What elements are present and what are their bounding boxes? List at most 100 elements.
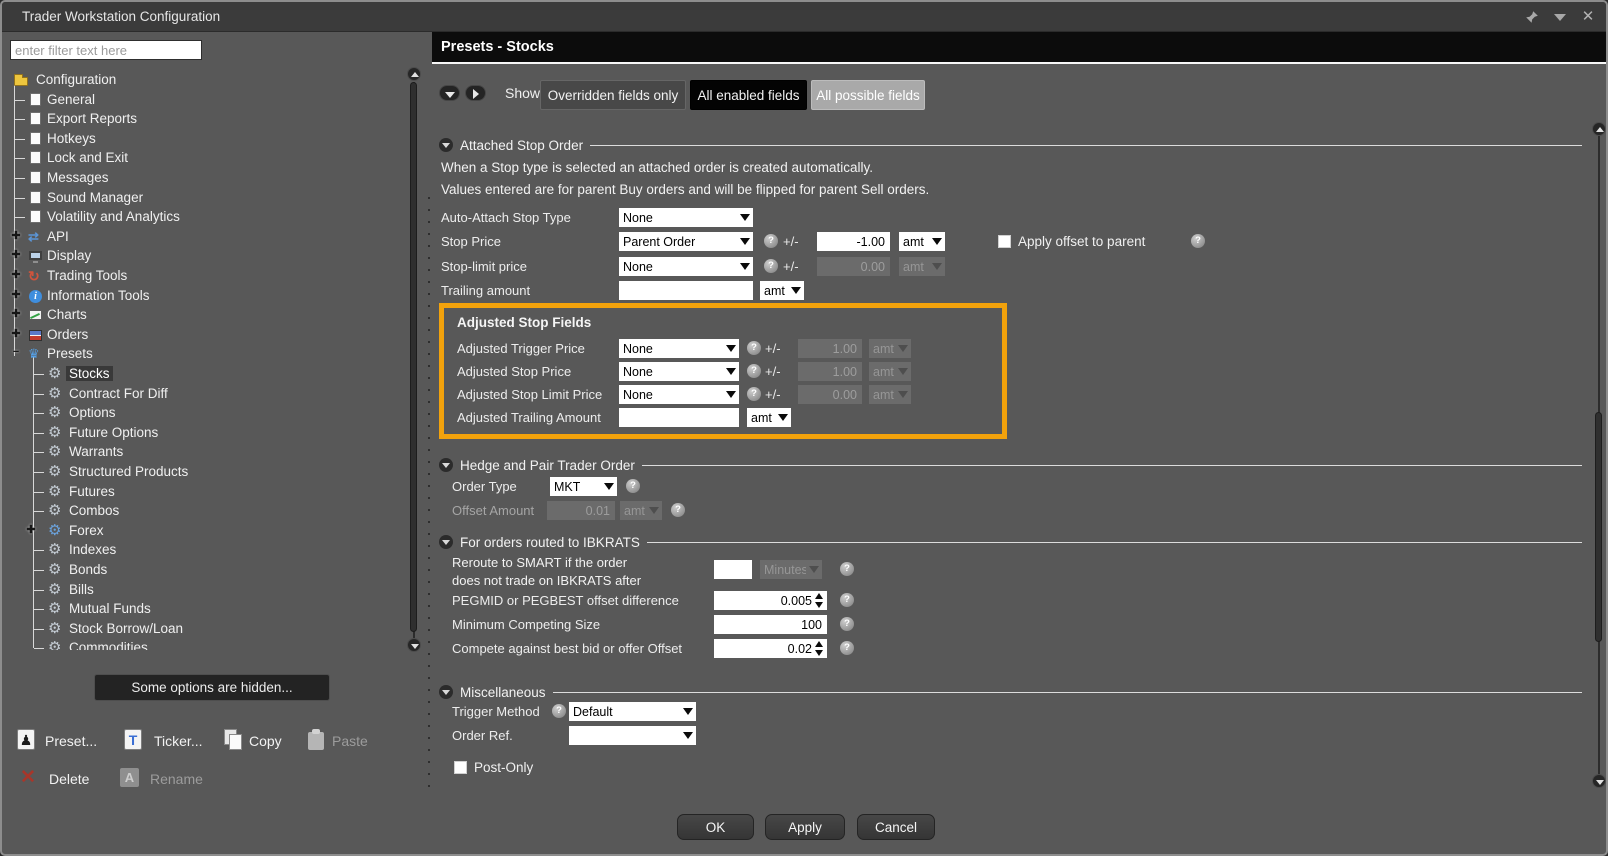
tree-item-structured-products[interactable]: ⚙Structured Products (10, 462, 402, 482)
delete-button[interactable]: ✕ Delete (20, 766, 110, 792)
expand-icon[interactable]: ✚ (10, 288, 22, 301)
tree-item-futures[interactable]: ⚙Futures (10, 482, 402, 502)
ok-button[interactable]: OK (677, 814, 754, 840)
tree-item-display[interactable]: ✚Display (10, 246, 402, 266)
tree-item-stocks[interactable]: ⚙Stocks (10, 364, 402, 384)
help-icon[interactable]: ? (747, 364, 761, 378)
help-icon[interactable]: ? (764, 234, 778, 248)
pegmid-offset-spinner[interactable]: 0.005 (714, 591, 827, 610)
tree-item-commodities[interactable]: ⚙Commodities (10, 638, 402, 650)
show-all-enabled-fields-button[interactable]: All enabled fields (690, 80, 807, 110)
tree-item-messages[interactable]: Messages (10, 168, 402, 188)
tree-item-mutual-funds[interactable]: ⚙Mutual Funds (10, 599, 402, 619)
trigger-method-select[interactable]: Default (569, 702, 696, 721)
adjusted-stop-limit-price-select[interactable]: None (619, 385, 739, 404)
tree-item-sound-manager[interactable]: Sound Manager (10, 188, 402, 208)
post-only-checkbox[interactable] (454, 761, 467, 774)
collapse-section-icon[interactable] (439, 458, 453, 472)
tree-item-trading-tools[interactable]: ✚↻Trading Tools (10, 266, 402, 286)
tree-item-general[interactable]: General (10, 90, 402, 110)
collapse-all-button[interactable] (439, 85, 460, 101)
help-icon[interactable]: ? (840, 617, 854, 631)
show-all-possible-fields-button[interactable]: All possible fields (811, 80, 925, 110)
tree-item-future-options[interactable]: ⚙Future Options (10, 423, 402, 443)
order-ref-select[interactable] (569, 726, 696, 745)
auto-attach-stop-type-select[interactable]: None (619, 208, 753, 227)
reroute-minutes-input[interactable] (714, 560, 752, 579)
cancel-button[interactable]: Cancel (857, 814, 935, 840)
tree-item-export-reports[interactable]: Export Reports (10, 109, 402, 129)
tree-item-api[interactable]: ✚⇄API (10, 227, 402, 247)
adjusted-stop-price-select[interactable]: None (619, 362, 739, 381)
stop-price-select[interactable]: Parent Order (619, 232, 753, 251)
copy-button[interactable]: Copy (224, 728, 304, 754)
close-icon[interactable]: ✕ (1580, 9, 1596, 25)
stop-price-unit-select[interactable]: amt (899, 232, 945, 251)
expand-icon[interactable]: ✚ (10, 327, 22, 340)
tree-item-configuration[interactable]: Configuration (10, 70, 402, 90)
tree-item-charts[interactable]: ✚Charts (10, 305, 402, 325)
tree-item-volatility-and-analytics[interactable]: Volatility and Analytics (10, 207, 402, 227)
tree-item-options[interactable]: ⚙Options (10, 403, 402, 423)
pin-icon[interactable] (1524, 9, 1540, 25)
expand-icon[interactable]: ✚ (10, 268, 22, 281)
expand-icon[interactable]: ✚ (10, 307, 22, 320)
main-scrollbar-thumb[interactable] (1595, 412, 1602, 642)
help-icon[interactable]: ? (1191, 234, 1205, 248)
main-scroll-up-button[interactable] (1592, 122, 1606, 136)
expand-icon[interactable]: ✚ (10, 248, 22, 261)
tree-item-indexes[interactable]: ⚙Indexes (10, 540, 402, 560)
collapse-icon[interactable]: − (10, 346, 22, 358)
expand-all-button[interactable] (465, 85, 486, 101)
tree-item-information-tools[interactable]: ✚iInformation Tools (10, 286, 402, 306)
trailing-amount-input[interactable] (619, 281, 753, 300)
expand-icon[interactable]: ✚ (10, 229, 22, 242)
adjusted-trailing-unit-select[interactable]: amt (747, 408, 791, 427)
expand-icon[interactable]: ✚ (25, 523, 37, 536)
help-icon[interactable]: ? (626, 479, 640, 493)
help-icon[interactable]: ? (552, 704, 566, 718)
collapse-section-icon[interactable] (439, 138, 453, 152)
adjusted-trigger-price-select[interactable]: None (619, 339, 739, 358)
tree-item-bonds[interactable]: ⚙Bonds (10, 560, 402, 580)
tree-item-forex[interactable]: ✚⚙Forex (10, 521, 402, 541)
stop-limit-price-select[interactable]: None (619, 257, 753, 276)
spinner-arrows-icon[interactable] (814, 593, 825, 608)
apply-button[interactable]: Apply (765, 814, 845, 840)
minimum-competing-size-input[interactable]: 100 (714, 615, 827, 634)
help-icon[interactable]: ? (840, 593, 854, 607)
main-scroll-down-button[interactable] (1592, 774, 1606, 788)
help-icon[interactable]: ? (747, 387, 761, 401)
help-icon[interactable]: ? (764, 259, 778, 273)
help-icon[interactable]: ? (840, 562, 854, 576)
ticker-button[interactable]: T Ticker... (124, 728, 224, 754)
tree-item-warrants[interactable]: ⚙Warrants (10, 442, 402, 462)
tree-scrollbar-thumb[interactable] (410, 82, 417, 632)
tree-item-stock-borrow-loan[interactable]: ⚙Stock Borrow/Loan (10, 619, 402, 639)
show-overridden-fields-button[interactable]: Overridden fields only (540, 80, 686, 110)
tree-scroll-up-button[interactable] (407, 67, 421, 81)
trailing-amount-unit-select[interactable]: amt (760, 281, 804, 300)
apply-offset-to-parent-checkbox[interactable] (998, 235, 1011, 248)
hidden-options-button[interactable]: Some options are hidden... (94, 674, 330, 701)
tree-item-lock-and-exit[interactable]: Lock and Exit (10, 148, 402, 168)
tree-item-combos[interactable]: ⚙Combos (10, 501, 402, 521)
tree-item-orders[interactable]: ✚Orders (10, 325, 402, 345)
collapse-section-icon[interactable] (439, 535, 453, 549)
adjusted-trailing-amount-input[interactable] (619, 408, 739, 427)
help-icon[interactable]: ? (840, 641, 854, 655)
tree-item-hotkeys[interactable]: Hotkeys (10, 129, 402, 149)
collapse-section-icon[interactable] (439, 685, 453, 699)
compete-offset-spinner[interactable]: 0.02 (714, 639, 827, 658)
order-type-select[interactable]: MKT (550, 477, 617, 496)
tree-item-contract-for-diff[interactable]: ⚙Contract For Diff (10, 384, 402, 404)
spinner-arrows-icon[interactable] (814, 641, 825, 656)
help-icon[interactable]: ? (747, 341, 761, 355)
stop-price-offset-input[interactable]: -1.00 (817, 232, 890, 251)
tree-scroll-down-button[interactable] (407, 638, 421, 652)
tree-item-bills[interactable]: ⚙Bills (10, 580, 402, 600)
chevron-down-icon[interactable] (1552, 9, 1568, 25)
paste-button[interactable]: Paste (307, 728, 387, 754)
panel-splitter[interactable] (428, 197, 430, 794)
tree-item-presets[interactable]: −♛Presets (10, 344, 402, 364)
